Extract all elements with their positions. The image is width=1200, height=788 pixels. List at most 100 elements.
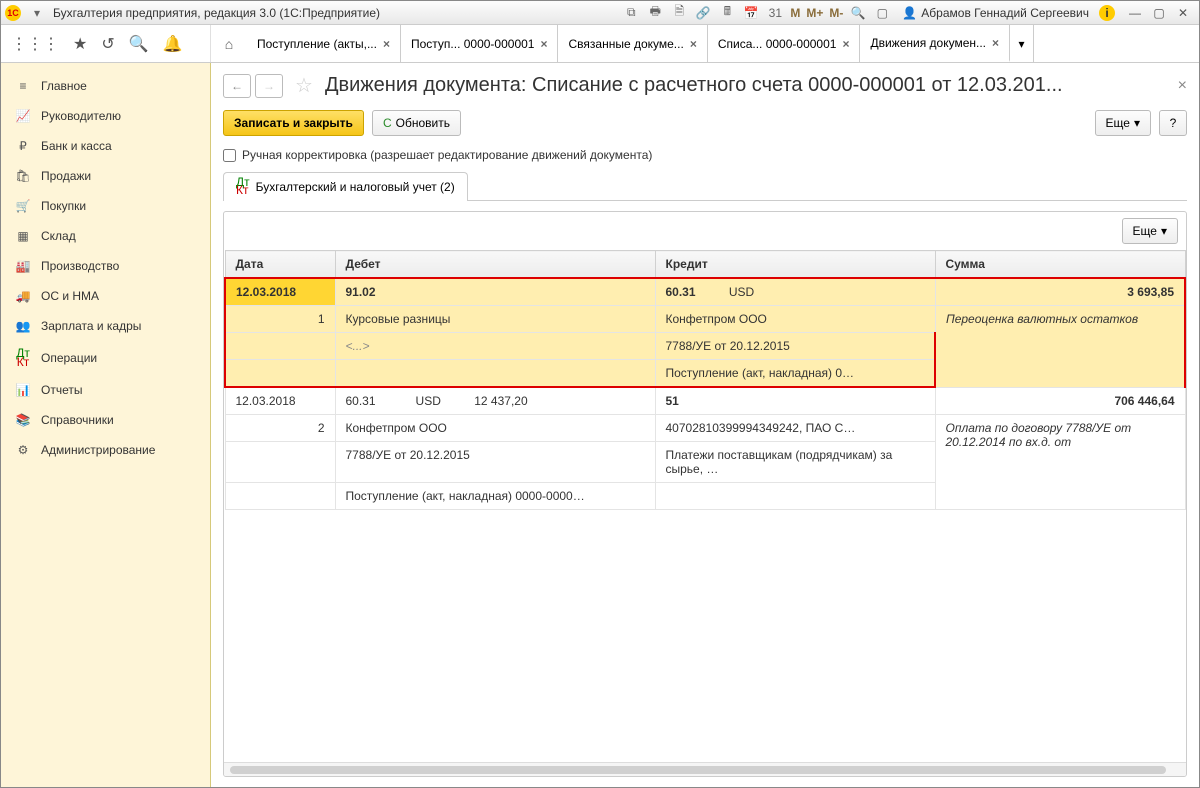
dtkt-icon: ДтКт bbox=[15, 349, 31, 367]
grid-icon: ▦ bbox=[15, 229, 31, 243]
bag-icon: 🛍 bbox=[15, 169, 31, 183]
document-tabs: Поступление (акты,...× Поступ... 0000-00… bbox=[247, 25, 1199, 62]
date-icon[interactable]: 31 bbox=[765, 5, 785, 21]
truck-icon: 🚚 bbox=[15, 289, 31, 303]
history-icon[interactable]: ↺ bbox=[101, 34, 114, 54]
notifications-icon[interactable]: 🔔 bbox=[163, 34, 183, 54]
refresh-button[interactable]: СОбновить bbox=[372, 110, 461, 136]
close-icon[interactable]: × bbox=[383, 37, 390, 51]
tab-0[interactable]: Поступление (акты,...× bbox=[247, 25, 401, 62]
doc-icon[interactable]: 🗎 bbox=[669, 5, 689, 21]
sidebar-item-bank[interactable]: ₽Банк и касса bbox=[1, 131, 210, 161]
app-logo-icon: 1С bbox=[5, 5, 21, 21]
tabs-more[interactable]: ▾ bbox=[1010, 25, 1034, 62]
info-icon[interactable]: i bbox=[1099, 5, 1115, 21]
refresh-icon: С bbox=[383, 116, 392, 130]
link-icon[interactable]: 🔗 bbox=[693, 5, 713, 21]
col-date[interactable]: Дата bbox=[225, 251, 335, 279]
page-tabs: ДтКт Бухгалтерский и налоговый учет (2) bbox=[223, 172, 1187, 201]
tab-2[interactable]: Связанные докуме...× bbox=[558, 25, 707, 62]
nav-forward[interactable]: → bbox=[255, 74, 283, 98]
document-title: Движения документа: Списание с расчетног… bbox=[325, 74, 1166, 97]
close-icon[interactable]: × bbox=[842, 37, 849, 51]
gear-icon: ⚙ bbox=[15, 443, 31, 457]
dtkt-icon: ДтКт bbox=[236, 179, 250, 195]
zoom-icon[interactable]: 🔍 bbox=[848, 5, 868, 21]
grid-more-button[interactable]: Еще▾ bbox=[1122, 218, 1178, 244]
entry-row-1b[interactable]: 1 Курсовые разницы Конфетпром ООО Переоц… bbox=[225, 306, 1185, 333]
close-icon[interactable]: × bbox=[690, 37, 697, 51]
search-icon[interactable]: 🔍 bbox=[129, 34, 149, 54]
sidebar-item-sales[interactable]: 🛍Продажи bbox=[1, 161, 210, 191]
home-button[interactable]: ⌂ bbox=[211, 25, 247, 62]
close-document[interactable]: × bbox=[1178, 77, 1187, 95]
sidebar-item-catalogs[interactable]: 📚Справочники bbox=[1, 405, 210, 435]
table-header-row: Дата Дебет Кредит Сумма bbox=[225, 251, 1185, 279]
app-menu-dropdown[interactable]: ▾ bbox=[27, 5, 47, 21]
tab-3[interactable]: Списа... 0000-000001× bbox=[708, 25, 861, 62]
document-header: ← → ☆ Движения документа: Списание с рас… bbox=[211, 63, 1199, 98]
menu-icon: ≡ bbox=[15, 79, 31, 93]
close-icon[interactable]: × bbox=[992, 36, 999, 50]
command-bar: Записать и закрыть СОбновить Еще▾ ? bbox=[211, 98, 1199, 148]
minimize-button[interactable]: — bbox=[1123, 6, 1147, 20]
manual-adjust-row: Ручная корректировка (разрешает редактир… bbox=[211, 148, 1199, 172]
sidebar-item-assets[interactable]: 🚚ОС и НМА bbox=[1, 281, 210, 311]
sidebar-item-production[interactable]: 🏭Производство bbox=[1, 251, 210, 281]
calc-icon[interactable]: 🖩 bbox=[717, 5, 737, 21]
main-toolbar: ⋮⋮⋮ ★ ↺ 🔍 🔔 ⌂ Поступление (акты,...× Пос… bbox=[1, 25, 1199, 63]
chart-icon: 📈 bbox=[15, 109, 31, 123]
close-icon[interactable]: × bbox=[540, 37, 547, 51]
col-sum[interactable]: Сумма bbox=[935, 251, 1185, 279]
entries-table: Дата Дебет Кредит Сумма 12.03.2018 91.02… bbox=[224, 250, 1186, 510]
manual-adjust-label: Ручная корректировка (разрешает редактир… bbox=[242, 148, 652, 162]
current-user[interactable]: 👤Абрамов Геннадий Сергеевич bbox=[902, 6, 1089, 20]
sidebar-item-purchases[interactable]: 🛒Покупки bbox=[1, 191, 210, 221]
calendar-icon[interactable]: 📅 bbox=[741, 5, 761, 21]
print-icon[interactable]: 🖶 bbox=[645, 5, 665, 21]
entry-row-2b[interactable]: 2 Конфетпром ООО 40702810399994349242, П… bbox=[225, 415, 1185, 442]
cart-icon: 🛒 bbox=[15, 199, 31, 213]
sidebar-item-reports[interactable]: 📊Отчеты bbox=[1, 375, 210, 405]
sidebar: ≡Главное 📈Руководителю ₽Банк и касса 🛍Пр… bbox=[1, 63, 211, 787]
panel-icon[interactable]: ▢ bbox=[872, 5, 892, 21]
favorite-star-icon[interactable]: ☆ bbox=[295, 73, 313, 98]
bars-icon: 📊 bbox=[15, 383, 31, 397]
toolbar-icon[interactable]: ⧉ bbox=[621, 5, 641, 21]
col-debit[interactable]: Дебет bbox=[335, 251, 655, 279]
apps-icon[interactable]: ⋮⋮⋮ bbox=[11, 34, 59, 54]
chevron-down-icon: ▾ bbox=[1134, 116, 1140, 130]
save-close-button[interactable]: Записать и закрыть bbox=[223, 110, 364, 136]
sidebar-item-admin[interactable]: ⚙Администрирование bbox=[1, 435, 210, 465]
sidebar-item-warehouse[interactable]: ▦Склад bbox=[1, 221, 210, 251]
titlebar: 1С ▾ Бухгалтерия предприятия, редакция 3… bbox=[1, 1, 1199, 25]
app-title: Бухгалтерия предприятия, редакция 3.0 (1… bbox=[53, 6, 380, 20]
chevron-down-icon: ▾ bbox=[1161, 224, 1167, 238]
nav-back[interactable]: ← bbox=[223, 74, 251, 98]
sidebar-item-manager[interactable]: 📈Руководителю bbox=[1, 101, 210, 131]
col-credit[interactable]: Кредит bbox=[655, 251, 935, 279]
people-icon: 👥 bbox=[15, 319, 31, 333]
sidebar-item-salary[interactable]: 👥Зарплата и кадры bbox=[1, 311, 210, 341]
entry-row-1[interactable]: 12.03.2018 91.02 60.31 USD 3 693,85 bbox=[225, 278, 1185, 306]
maximize-button[interactable]: ▢ bbox=[1147, 6, 1171, 20]
memory-buttons[interactable]: MM+M- bbox=[787, 6, 846, 20]
ruble-icon: ₽ bbox=[15, 139, 31, 153]
tab-4[interactable]: Движения докумен...× bbox=[860, 25, 1010, 62]
manual-adjust-checkbox[interactable] bbox=[223, 149, 236, 162]
tab-1[interactable]: Поступ... 0000-000001× bbox=[401, 25, 559, 62]
accounting-tab[interactable]: ДтКт Бухгалтерский и налоговый учет (2) bbox=[223, 172, 468, 201]
entries-grid: Еще▾ Дата Дебет Кредит Сумма 12.03.2018 bbox=[223, 211, 1187, 777]
quick-access: ⋮⋮⋮ ★ ↺ 🔍 🔔 bbox=[1, 25, 211, 62]
help-button[interactable]: ? bbox=[1159, 110, 1187, 136]
favorites-icon[interactable]: ★ bbox=[73, 34, 87, 54]
factory-icon: 🏭 bbox=[15, 259, 31, 273]
close-button[interactable]: ✕ bbox=[1171, 6, 1195, 20]
horizontal-scrollbar[interactable] bbox=[224, 762, 1186, 776]
sidebar-item-main[interactable]: ≡Главное bbox=[1, 71, 210, 101]
main-content: ← → ☆ Движения документа: Списание с рас… bbox=[211, 63, 1199, 787]
entry-row-2[interactable]: 12.03.2018 60.31 USD 12 437,20 51 706 44… bbox=[225, 387, 1185, 415]
sidebar-item-operations[interactable]: ДтКтОперации bbox=[1, 341, 210, 375]
books-icon: 📚 bbox=[15, 413, 31, 427]
more-button[interactable]: Еще▾ bbox=[1095, 110, 1151, 136]
